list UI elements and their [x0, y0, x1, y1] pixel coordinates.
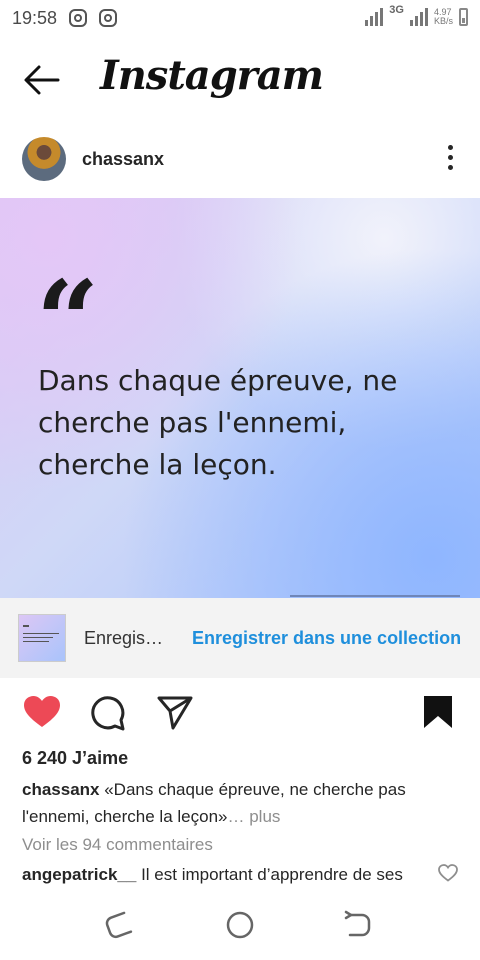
like-count[interactable]: 6 240 J’aime	[22, 748, 128, 769]
data-speed-unit: KB/s	[433, 16, 453, 26]
instagram-logo: Instagram	[100, 52, 324, 99]
system-navigation-bar	[0, 900, 480, 960]
signal-strength-icon	[409, 6, 428, 26]
network-type: 3G	[389, 4, 404, 16]
dot	[447, 165, 453, 170]
home-circle-icon	[226, 911, 254, 939]
caption-username[interactable]: chassanx	[22, 780, 100, 799]
saved-post-thumbnail	[18, 614, 66, 662]
signal-strength-icon	[365, 6, 384, 26]
save-to-collection-link[interactable]: Enregistrer dans une collection	[192, 628, 461, 649]
comment-like-button[interactable]	[438, 864, 458, 887]
saved-label: Enregis…	[84, 628, 164, 648]
home-button[interactable]	[224, 910, 256, 945]
post-image[interactable]: “ Dans chaque épreuve, ne cherche pas l'…	[0, 198, 480, 598]
heart-filled-icon	[24, 696, 60, 727]
comment-button[interactable]	[88, 694, 126, 737]
app-header: Instagram	[0, 40, 480, 120]
post-username[interactable]: chassanx	[82, 149, 164, 170]
dot	[447, 155, 453, 160]
save-button[interactable]	[422, 694, 454, 735]
save-banner: Enregis… Enregistrer dans une collection	[0, 598, 480, 678]
comment-text: Il est important d’apprendre de ses	[136, 865, 403, 884]
recent-apps-icon	[105, 911, 133, 939]
bookmark-filled-icon	[424, 696, 452, 728]
dot	[447, 145, 453, 150]
caption-more-link[interactable]: … plus	[227, 807, 280, 826]
like-button[interactable]	[22, 694, 62, 735]
post-header: chassanx	[0, 135, 480, 185]
recent-apps-button[interactable]	[104, 910, 136, 945]
data-speed: 4.97 KB/s	[434, 8, 453, 26]
back-nav-button[interactable]	[342, 910, 374, 945]
comment-preview: angepatrick__ Il est important d’apprend…	[22, 863, 422, 887]
comment-username[interactable]: angepatrick__	[22, 865, 136, 884]
view-comments-link[interactable]: Voir les 94 commentaires	[22, 835, 213, 855]
post-actions	[0, 690, 480, 734]
back-button[interactable]	[22, 62, 62, 98]
battery-icon	[459, 8, 468, 26]
post-caption: chassanx «Dans chaque épreuve, ne cherch…	[22, 776, 442, 830]
status-indicators: 3G 4.97 KB/s	[365, 4, 468, 26]
image-divider	[290, 595, 460, 597]
more-options-button[interactable]	[446, 145, 454, 173]
send-paper-plane-icon	[157, 696, 193, 730]
arrow-left-icon	[24, 65, 60, 95]
share-button[interactable]	[156, 694, 194, 737]
instagram-notification-icon	[69, 9, 88, 27]
comment-bubble-icon	[91, 696, 125, 731]
avatar[interactable]	[22, 137, 66, 181]
status-time: 19:58	[12, 7, 58, 28]
status-bar: 19:58 3G 4.97 KB/s	[0, 0, 480, 36]
instagram-notification-icon	[99, 9, 118, 27]
back-nav-icon	[344, 910, 371, 937]
heart-outline-icon	[438, 864, 458, 882]
quote-text: Dans chaque épreuve, ne cherche pas l'en…	[38, 364, 398, 481]
